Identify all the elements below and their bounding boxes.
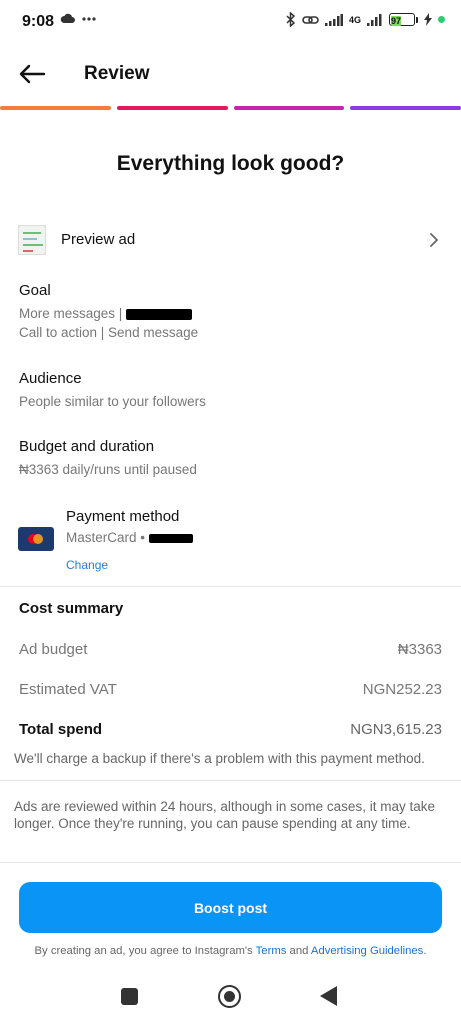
progress-step-4 <box>350 106 461 110</box>
step-progress <box>0 106 461 111</box>
review-time-note: Ads are reviewed within 24 hours, althou… <box>14 799 435 831</box>
payment-method-title: Payment method <box>66 508 180 525</box>
battery-level: 97 <box>391 16 402 26</box>
payment-method-section: Payment method MasterCard • Change <box>18 508 438 572</box>
total-spend-label: Total spend <box>19 721 103 738</box>
goal-line1: More messages | <box>19 306 123 321</box>
vat-row: Estimated VAT NGN252.23 <box>19 681 442 698</box>
redacted-card-number <box>148 533 193 543</box>
signal-icon-2 <box>367 13 382 26</box>
budget-section: Budget and duration ₦3363 daily/runs unt… <box>19 438 449 479</box>
home-icon[interactable] <box>218 985 241 1008</box>
nav-back-icon[interactable] <box>320 986 337 1006</box>
payment-card-label: MasterCard • <box>66 530 145 545</box>
preview-ad-row[interactable]: Preview ad <box>0 222 461 258</box>
goal-line2: Call to action | Send message <box>19 325 199 340</box>
header: Review <box>0 50 461 98</box>
system-nav-bar <box>0 980 461 1020</box>
bluetooth-icon <box>286 12 296 27</box>
preview-ad-label: Preview ad <box>61 231 136 248</box>
status-right-icons: 4G 97 <box>286 12 445 27</box>
audience-section: Audience People similar to your follower… <box>19 370 449 411</box>
boost-post-button[interactable]: Boost post <box>19 882 442 933</box>
more-dots-icon <box>82 16 96 21</box>
divider <box>0 780 461 781</box>
ad-thumbnail <box>18 225 46 255</box>
back-arrow-icon <box>19 64 46 84</box>
divider <box>0 862 461 863</box>
change-payment-link[interactable]: Change <box>66 558 108 572</box>
progress-step-1 <box>0 106 111 110</box>
total-spend-row: Total spend NGN3,615.23 <box>19 721 442 738</box>
network-type: 4G <box>348 14 361 25</box>
signal-icon <box>324 13 343 26</box>
vat-label: Estimated VAT <box>19 681 117 698</box>
audience-value: People similar to your followers <box>19 394 206 409</box>
ad-budget-value: ₦3363 <box>397 641 442 658</box>
status-left-icons <box>60 13 96 24</box>
legal-text: By creating an ad, you agree to Instagra… <box>0 945 461 957</box>
goal-title: Goal <box>19 282 51 299</box>
advertising-guidelines-link[interactable]: Advertising Guidelines <box>311 945 423 957</box>
budget-title: Budget and duration <box>19 438 155 455</box>
link-icon <box>302 15 319 24</box>
progress-step-3 <box>233 106 345 110</box>
divider <box>0 586 461 587</box>
legal-and: and <box>286 945 311 957</box>
chevron-right-icon <box>430 233 439 247</box>
cloud-icon <box>60 13 75 23</box>
progress-step-2 <box>116 106 228 110</box>
status-bar: 9:08 4G 97 <box>0 0 461 44</box>
cost-summary-title: Cost summary <box>19 600 124 617</box>
ad-budget-row: Ad budget ₦3363 <box>19 641 442 658</box>
page-title: Review <box>84 63 150 84</box>
goal-section: Goal More messages | Call to action | Se… <box>19 282 449 342</box>
ad-budget-label: Ad budget <box>19 641 88 658</box>
recent-apps-icon[interactable] <box>121 988 138 1005</box>
budget-value: ₦3363 daily/runs until paused <box>19 462 197 477</box>
goal-detail: More messages | Call to action | Send me… <box>19 304 449 342</box>
legal-suffix: . <box>423 945 427 957</box>
redacted-block <box>126 308 193 320</box>
audience-title: Audience <box>19 370 82 387</box>
battery-icon: 97 <box>389 13 418 26</box>
status-time: 9:08 <box>22 13 55 30</box>
review-headline: Everything look good? <box>116 152 345 175</box>
mastercard-icon <box>18 527 54 551</box>
vat-value: NGN252.23 <box>362 681 442 698</box>
back-button[interactable] <box>16 60 48 88</box>
total-spend-value: NGN3,615.23 <box>350 721 442 738</box>
terms-link[interactable]: Terms <box>256 945 287 957</box>
backup-payment-note: We'll charge a backup if there's a probl… <box>14 751 425 766</box>
legal-prefix: By creating an ad, you agree to Instagra… <box>34 945 256 957</box>
privacy-indicator-icon <box>438 16 445 23</box>
charging-icon <box>424 13 432 26</box>
payment-card: MasterCard • <box>66 530 193 545</box>
